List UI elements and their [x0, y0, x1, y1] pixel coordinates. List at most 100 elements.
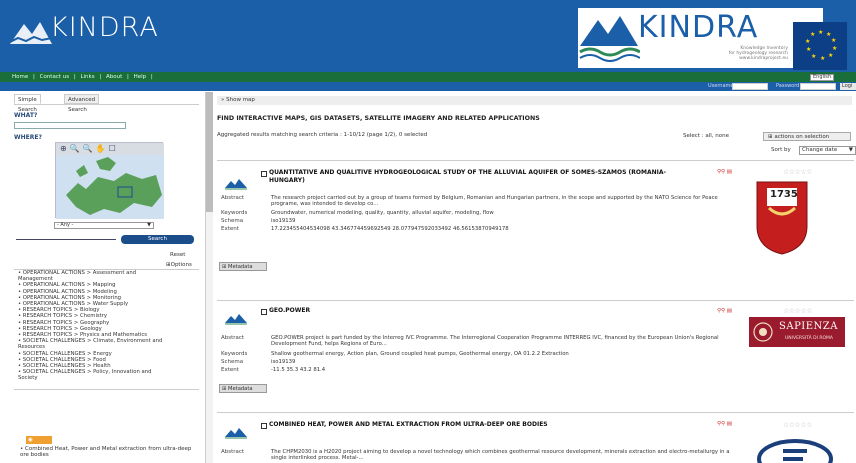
record-schema: iso19139: [271, 218, 296, 224]
dataset-thumbnail-icon[interactable]: [225, 313, 247, 325]
reset-link[interactable]: Reset: [170, 252, 185, 258]
login-bar: Username Password Logi: [0, 82, 856, 91]
select-checkbox[interactable]: [261, 309, 267, 315]
options-link[interactable]: ⊞Options: [166, 262, 192, 268]
menu-separator: |: [99, 74, 102, 80]
search-button[interactable]: Search: [121, 235, 194, 244]
results-summary: Aggregated results matching search crite…: [217, 132, 428, 138]
kindra-logo[interactable]: KINDRA: [10, 10, 175, 54]
region-select-value: - Any -: [57, 222, 74, 228]
record-abstract: The CHPM2030 is a H2020 project aiming t…: [271, 449, 730, 462]
region-map[interactable]: ⊕🔍🔍✋☐: [55, 142, 164, 219]
abstract-label: Abstract: [221, 335, 245, 341]
keywords-label: Keywords: [221, 351, 248, 357]
chevron-down-icon: ▼: [848, 147, 853, 153]
partner-subtitle: Knowledge Inventory for hydrogeology res…: [718, 46, 788, 61]
record-title[interactable]: COMBINED HEAT, POWER AND METAL EXTRACTIO…: [269, 421, 679, 429]
svg-text:★: ★: [806, 46, 811, 53]
show-map-toggle[interactable]: » Show map: [217, 96, 852, 105]
rating-stars[interactable]: ☆☆☆☆☆: [783, 421, 812, 429]
what-input[interactable]: [14, 122, 126, 129]
sidebar-scrollbar[interactable]: [206, 92, 213, 463]
keywords-label: Keywords: [221, 210, 248, 216]
partner-logo: KINDRA Knowledge Inventory for hydrogeol…: [578, 8, 823, 68]
username-label: Username: [708, 83, 734, 89]
georss-badge[interactable]: ◉ GeoRSS: [26, 436, 52, 451]
result-record: QUANTITATIVE AND QUALITIVE HYDROGEOLOGIC…: [217, 160, 854, 300]
emblem-text: 1735: [770, 189, 798, 200]
menu-about[interactable]: About: [106, 74, 122, 80]
rating-stars[interactable]: ☆☆☆☆☆: [783, 168, 812, 176]
chevron-down-icon: ▼: [147, 222, 151, 228]
username-input[interactable]: [732, 83, 768, 90]
menu-contact[interactable]: Contact us: [40, 74, 70, 80]
select-checkbox[interactable]: [261, 171, 267, 177]
extent-label: Extent: [221, 367, 239, 373]
seal-icon: [753, 322, 773, 342]
record-actions-icon[interactable]: ⚲⚲ ▤: [717, 169, 732, 175]
partner-subtitle-line: www.kindraproject.eu: [739, 56, 788, 61]
menu-separator: |: [150, 74, 153, 80]
menu-separator: |: [73, 74, 76, 80]
where-label: WHERE?: [14, 134, 42, 141]
svg-text:★: ★: [820, 55, 825, 62]
tab-simple-search[interactable]: Simple Search: [14, 94, 41, 113]
abstract-label: Abstract: [221, 449, 245, 455]
search-sidebar: Simple Search Advanced Search WHAT? WHER…: [8, 92, 206, 463]
dataset-thumbnail-icon[interactable]: [225, 427, 247, 439]
record-title[interactable]: GEO.POWER: [269, 307, 679, 315]
map-toolbar[interactable]: ⊕🔍🔍✋☐: [56, 143, 164, 155]
divider: [14, 389, 199, 390]
abstract-label: Abstract: [221, 195, 245, 201]
dataset-thumbnail-icon[interactable]: [225, 178, 247, 190]
menu-help[interactable]: Help: [134, 74, 147, 80]
language-select[interactable]: English: [810, 74, 834, 81]
rating-stars[interactable]: ☆☆☆☆☆: [783, 307, 812, 315]
record-schema: iso19139: [271, 359, 296, 365]
record-actions-icon[interactable]: ⚲⚲ ▤: [717, 308, 732, 314]
scale-slider[interactable]: [16, 239, 116, 240]
results-panel: » Show map FIND INTERACTIVE MAPS, GIS DA…: [213, 92, 856, 463]
actions-on-selection-button[interactable]: ⊞ actions on selection: [763, 132, 851, 141]
extent-label: Extent: [221, 226, 239, 232]
metadata-button[interactable]: ⊞ Metadata: [219, 262, 267, 271]
schema-label: Schema: [221, 218, 244, 224]
mountain-wave-icon: [579, 16, 640, 62]
eu-flag-icon: ★ ★ ★ ★ ★ ★ ★ ★ ★ ★: [793, 22, 847, 70]
georss-item[interactable]: • Combined Heat, Power and Metal extract…: [20, 446, 195, 459]
svg-text:★: ★: [828, 52, 833, 59]
select-checkbox[interactable]: [261, 423, 267, 429]
emblem-subtext: UNIVERSITÀ DI ROMA: [785, 336, 833, 341]
europe-map-icon: [56, 155, 164, 219]
svg-text:★: ★: [810, 31, 815, 38]
record-extent: -11.5 35.3 43.2 81.4: [271, 367, 326, 373]
svg-text:★: ★: [811, 53, 816, 60]
university-emblem: 1735: [753, 178, 811, 256]
scrollbar-thumb[interactable]: [206, 92, 213, 212]
result-record: COMBINED HEAT, POWER AND METAL EXTRACTIO…: [217, 412, 854, 463]
menu-links[interactable]: Links: [80, 74, 94, 80]
tab-advanced-search[interactable]: Advanced Search: [64, 94, 100, 113]
emblem-text: SAPIENZA: [779, 321, 838, 332]
schema-label: Schema: [221, 359, 244, 365]
mountain-logo-icon: [10, 22, 52, 44]
eu-stars-icon: ★ ★★ ★★★ ★★★ ★: [805, 29, 837, 62]
password-label: Password: [776, 83, 800, 89]
select-all-none[interactable]: Select : all, none: [683, 133, 729, 139]
what-label: WHAT?: [14, 112, 38, 119]
password-input[interactable]: [800, 83, 836, 90]
login-button[interactable]: Logi: [840, 83, 856, 90]
record-keywords: Shallow geothermal energy, Action plan, …: [271, 351, 569, 357]
metadata-button[interactable]: ⊞ Metadata: [219, 384, 267, 393]
svg-text:★: ★: [818, 29, 823, 36]
category-item[interactable]: Society: [16, 375, 201, 381]
record-title[interactable]: QUANTITATIVE AND QUALITIVE HYDROGEOLOGIC…: [269, 169, 679, 185]
sort-select[interactable]: Change date ▼: [799, 146, 856, 155]
record-abstract: GEO.POWER project is part funded by the …: [271, 335, 719, 348]
menu-home[interactable]: Home: [12, 74, 28, 80]
sort-label: Sort by: [771, 147, 791, 153]
region-select[interactable]: - Any - ▼: [54, 222, 154, 229]
menu-separator: |: [33, 74, 35, 80]
record-actions-icon[interactable]: ⚲⚲ ▤: [717, 421, 732, 427]
sort-select-value: Change date: [802, 147, 838, 153]
